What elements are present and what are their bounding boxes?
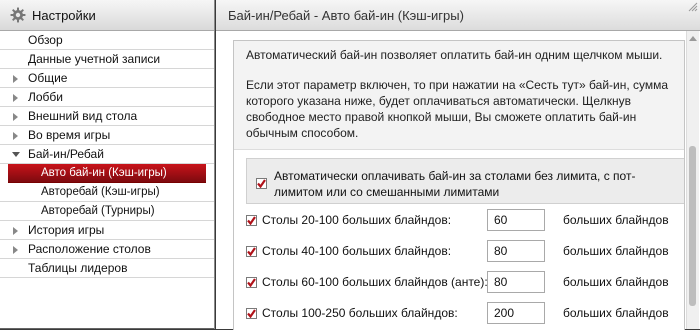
blind-setting-row: Столы 40-100 больших блайндов: больших бл… [246,237,684,268]
info-box: Автоматический бай-ин позволяет оплатить… [234,41,684,150]
resize-grip-icon[interactable] [688,2,698,12]
triangle-right-icon[interactable] [13,94,18,102]
sidebar-item[interactable]: Авторебай (Кэш-игры) [0,183,214,202]
sidebar-item[interactable]: Общие [0,69,214,88]
sidebar-item-label: Внешний вид стола [28,109,138,123]
blind-setting-label: Столы 40-100 больших блайндов: [262,244,452,258]
sidebar-item[interactable]: Бай-ин/Ребай [0,145,214,164]
blind-unit-label: больших блайндов [563,306,669,320]
triangle-right-icon[interactable] [13,246,18,254]
triangle-right-icon[interactable] [13,113,18,121]
main-panel: Бай-ин/Ребай - Авто бай-ин (Кэш-игры) Ав… [216,0,700,330]
blind-setting-checkbox[interactable] [246,215,257,226]
gear-icon [10,7,26,23]
auto-buyin-option[interactable]: Автоматически оплачивать бай-ин за стола… [246,158,684,204]
scrollbar-thumb[interactable] [689,146,696,306]
blind-setting-row: Столы 60-100 больших блайндов (анте): бол… [246,268,684,299]
sidebar-item[interactable]: Авто бай-ин (Кэш-игры) [8,164,206,183]
blind-setting-checkbox[interactable] [246,308,257,319]
page-title: Бай-ин/Ребай - Авто бай-ин (Кэш-игры) [228,7,464,23]
sidebar-title: Настройки [32,7,96,23]
sidebar-item[interactable]: Авторебай (Турниры) [0,202,214,221]
triangle-right-icon[interactable] [13,75,18,83]
blind-setting-checkbox[interactable] [246,277,257,288]
blind-setting-label: Столы 60-100 больших блайндов (анте): [262,275,488,289]
page-title-bar: Бай-ин/Ребай - Авто бай-ин (Кэш-игры) [216,0,700,31]
info-summary: Автоматический бай-ин позволяет оплатить… [246,48,663,62]
triangle-down-icon[interactable] [12,152,20,157]
sidebar-item[interactable]: Лобби [0,88,214,107]
sidebar-item-label: Таблицы лидеров [28,261,128,275]
sidebar-item-label: Общие [28,71,68,85]
sidebar-item[interactable]: Во время игры [0,126,214,145]
sidebar-item-label: История игры [28,223,105,237]
sidebar-item-label: Авторебай (Кэш-игры) [41,186,160,198]
sidebar-header: Настройки [0,0,214,31]
info-details: Если этот параметр включен, то при нажат… [246,78,669,140]
sidebar-item-label: Во время игры [28,128,111,142]
sidebar-nav: Обзор Данные учетной записи Общие Лобби Внеш… [0,31,214,278]
blind-amount-input[interactable] [487,209,545,231]
sidebar-item-label: Обзор [28,33,63,47]
sidebar-item-label: Данные учетной записи [28,52,161,66]
sidebar-item[interactable]: Данные учетной записи [0,50,214,69]
auto-buyin-label: Автоматически оплачивать бай-ин за стола… [274,169,636,199]
scroll-up-icon[interactable] [689,36,697,41]
sidebar-item[interactable]: История игры [0,221,214,240]
checkmark-icon [257,179,266,188]
sidebar-item[interactable]: Таблицы лидеров [0,259,214,278]
sidebar-item[interactable]: Обзор [0,31,214,50]
sidebar-item-label: Лобби [28,90,63,104]
sidebar-item[interactable]: Расположение столов [0,240,214,259]
blind-amount-input[interactable] [487,240,545,262]
sidebar-item[interactable]: Внешний вид стола [0,107,214,126]
checkmark-icon [247,216,256,225]
sidebar-item-label: Бай-ин/Ребай [28,147,104,161]
checkmark-icon [247,309,256,318]
blind-unit-label: больших блайндов [563,275,669,289]
auto-buyin-checkbox[interactable] [256,178,267,189]
sidebar-item-label: Авторебай (Турниры) [41,205,155,217]
blind-settings-list: Столы 20-100 больших блайндов: больших бл… [234,206,684,330]
blind-unit-label: больших блайндов [563,213,669,227]
blind-setting-label: Столы 100-250 больших блайндов: [262,306,458,320]
blind-setting-label: Столы 20-100 больших блайндов: [262,213,452,227]
blind-setting-checkbox[interactable] [246,246,257,257]
settings-sidebar: Настройки Обзор Данные учетной записи Общи… [0,0,215,329]
blind-amount-input[interactable] [487,302,545,324]
vertical-scrollbar[interactable] [686,31,699,329]
triangle-right-icon[interactable] [13,132,18,140]
blind-unit-label: больших блайндов [563,244,669,258]
blind-setting-row: Столы 20-100 больших блайндов: больших бл… [246,206,684,237]
triangle-right-icon[interactable] [13,227,18,235]
blind-amount-input[interactable] [487,271,545,293]
settings-content: Автоматический бай-ин позволяет оплатить… [233,40,685,330]
checkmark-icon [247,278,256,287]
blind-setting-row: Столы 100-250 больших блайндов: больших б… [246,299,684,330]
sidebar-item-label: Авто бай-ин (Кэш-игры) [41,167,167,179]
sidebar-item-label: Расположение столов [28,242,151,256]
checkmark-icon [247,247,256,256]
